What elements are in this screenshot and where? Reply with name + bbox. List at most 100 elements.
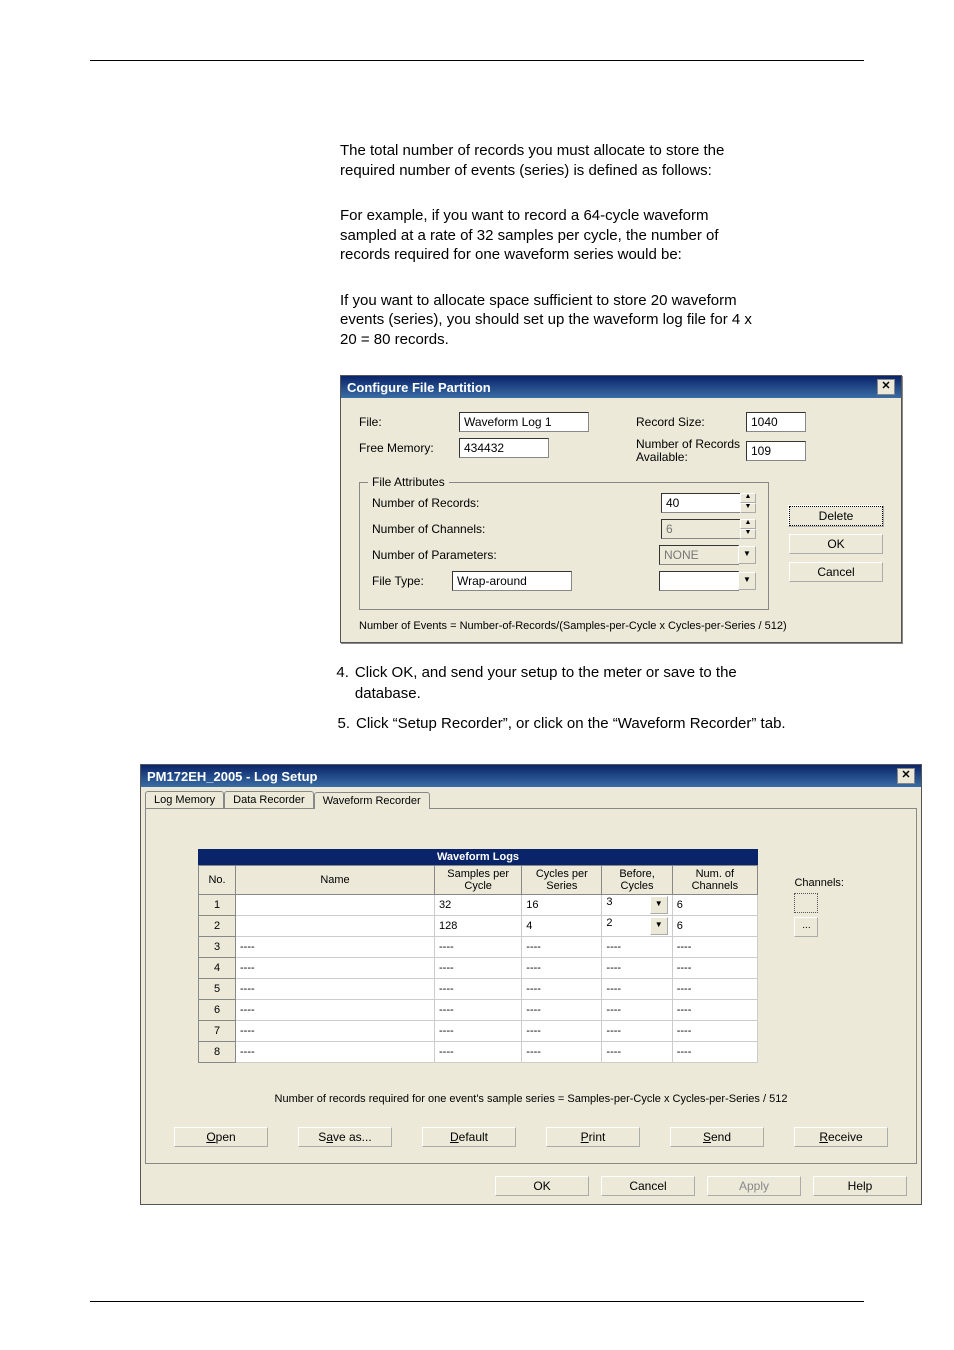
spin-up-icon[interactable]: ▲ xyxy=(740,493,756,503)
cell-channels[interactable]: 6 xyxy=(672,895,757,916)
cell-before[interactable]: ---- xyxy=(602,1000,672,1021)
cell-samples[interactable]: 32 xyxy=(435,895,522,916)
ok-button[interactable]: OK xyxy=(495,1176,589,1196)
step-number: 4. xyxy=(320,663,355,704)
cell-name[interactable] xyxy=(236,916,435,937)
tab-data-recorder[interactable]: Data Recorder xyxy=(224,791,314,808)
cell-cycles[interactable]: 4 xyxy=(522,916,602,937)
cell-no: 3 xyxy=(199,937,236,958)
cell-before[interactable]: 3▼ xyxy=(602,895,672,916)
default-button[interactable]: Default xyxy=(422,1127,516,1147)
cell-channels[interactable]: ---- xyxy=(672,1021,757,1042)
cell-samples[interactable]: ---- xyxy=(435,937,522,958)
waveform-logs-table: No. Name Samples per Cycle Cycles per Se… xyxy=(198,865,758,1063)
table-row[interactable]: 4-------------------- xyxy=(199,958,758,979)
col-samples: Samples per Cycle xyxy=(435,866,522,895)
cell-name[interactable]: ---- xyxy=(236,1021,435,1042)
chevron-down-icon[interactable]: ▼ xyxy=(738,572,756,590)
table-row[interactable]: 6-------------------- xyxy=(199,1000,758,1021)
cell-before[interactable]: ---- xyxy=(602,979,672,1000)
cell-name[interactable]: ---- xyxy=(236,1042,435,1063)
cell-before[interactable]: 2▼ xyxy=(602,916,672,937)
file-type-select[interactable]: Wrap-around xyxy=(452,571,572,591)
cell-before[interactable]: ---- xyxy=(602,1042,672,1063)
chevron-down-icon[interactable]: ▼ xyxy=(650,896,668,914)
cell-samples[interactable]: ---- xyxy=(435,1021,522,1042)
receive-button[interactable]: Receive xyxy=(794,1127,888,1147)
spin-down-icon[interactable]: ▼ xyxy=(740,503,756,513)
cell-before[interactable]: ---- xyxy=(602,958,672,979)
cell-name[interactable]: ---- xyxy=(236,937,435,958)
cell-samples[interactable]: ---- xyxy=(435,1042,522,1063)
send-button[interactable]: Send xyxy=(670,1127,764,1147)
cell-name[interactable]: ---- xyxy=(236,979,435,1000)
formula-text: Number of Events = Number-of-Records/(Sa… xyxy=(359,620,883,632)
open-button[interactable]: Open xyxy=(174,1127,268,1147)
col-before: Before, Cycles xyxy=(602,866,672,895)
cell-no: 8 xyxy=(199,1042,236,1063)
cell-cycles[interactable]: ---- xyxy=(522,979,602,1000)
configure-file-partition-dialog: Configure File Partition ✕ File: Wavefor… xyxy=(340,375,902,643)
cell-channels[interactable]: ---- xyxy=(672,979,757,1000)
spin-up-icon: ▲ xyxy=(740,519,756,529)
cell-samples[interactable]: 128 xyxy=(435,916,522,937)
save-as-button[interactable]: Save as... xyxy=(298,1127,392,1147)
num-records-label: Number of Records: xyxy=(372,496,532,510)
cell-samples[interactable]: ---- xyxy=(435,1000,522,1021)
close-icon[interactable]: ✕ xyxy=(897,768,915,784)
delete-button[interactable]: Delete xyxy=(789,506,883,526)
table-row[interactable]: 8-------------------- xyxy=(199,1042,758,1063)
cancel-button[interactable]: Cancel xyxy=(601,1176,695,1196)
cell-cycles[interactable]: ---- xyxy=(522,1042,602,1063)
table-row[interactable]: 3-------------------- xyxy=(199,937,758,958)
cell-samples[interactable]: ---- xyxy=(435,958,522,979)
file-field[interactable]: Waveform Log 1 xyxy=(459,412,589,432)
spin-down-icon: ▼ xyxy=(740,529,756,539)
cell-cycles[interactable]: ---- xyxy=(522,958,602,979)
cell-channels[interactable]: ---- xyxy=(672,937,757,958)
cell-no: 2 xyxy=(199,916,236,937)
chevron-down-icon: ▼ xyxy=(738,546,756,564)
num-channels-input: 6 xyxy=(661,519,741,539)
cell-cycles[interactable]: ---- xyxy=(522,1021,602,1042)
cell-before[interactable]: ---- xyxy=(602,937,672,958)
paragraph-1: The total number of records you must all… xyxy=(340,141,760,180)
num-records-input[interactable]: 40 xyxy=(661,493,741,513)
cell-cycles[interactable]: ---- xyxy=(522,937,602,958)
file-label: File: xyxy=(359,415,459,429)
tab-waveform-recorder[interactable]: Waveform Recorder xyxy=(314,792,430,809)
cell-channels[interactable]: ---- xyxy=(672,1000,757,1021)
cell-before[interactable]: ---- xyxy=(602,1021,672,1042)
cell-name[interactable]: ---- xyxy=(236,958,435,979)
cell-channels[interactable]: 6 xyxy=(672,916,757,937)
cell-no: 1 xyxy=(199,895,236,916)
table-row[interactable]: 2 12842▼6 xyxy=(199,916,758,937)
channels-more-button[interactable]: ... xyxy=(794,917,818,937)
dialog-title: Configure File Partition xyxy=(347,380,491,395)
chevron-down-icon[interactable]: ▼ xyxy=(650,917,668,935)
cell-samples[interactable]: ---- xyxy=(435,979,522,1000)
cell-no: 6 xyxy=(199,1000,236,1021)
close-icon[interactable]: ✕ xyxy=(877,379,895,395)
cell-channels[interactable]: ---- xyxy=(672,958,757,979)
print-button[interactable]: Print xyxy=(546,1127,640,1147)
step-text: Click OK, and send your setup to the met… xyxy=(355,663,790,704)
free-memory-label: Free Memory: xyxy=(359,441,459,455)
record-size-label: Record Size: xyxy=(636,415,746,429)
ok-button[interactable]: OK xyxy=(789,534,883,554)
log-setup-dialog: PM172EH_2005 - Log Setup ✕ Log Memory Da… xyxy=(140,764,922,1205)
cell-cycles[interactable]: ---- xyxy=(522,1000,602,1021)
table-row[interactable]: 5-------------------- xyxy=(199,979,758,1000)
file-type-label: File Type: xyxy=(372,574,452,588)
cell-cycles[interactable]: 16 xyxy=(522,895,602,916)
channels-config-button[interactable] xyxy=(794,893,818,913)
help-button[interactable]: Help xyxy=(813,1176,907,1196)
cell-name[interactable]: ---- xyxy=(236,1000,435,1021)
table-row[interactable]: 1 32163▼6 xyxy=(199,895,758,916)
tab-log-memory[interactable]: Log Memory xyxy=(145,791,224,808)
record-size-value: 1040 xyxy=(746,412,806,432)
cell-name[interactable] xyxy=(236,895,435,916)
cell-channels[interactable]: ---- xyxy=(672,1042,757,1063)
table-row[interactable]: 7-------------------- xyxy=(199,1021,758,1042)
cancel-button[interactable]: Cancel xyxy=(789,562,883,582)
